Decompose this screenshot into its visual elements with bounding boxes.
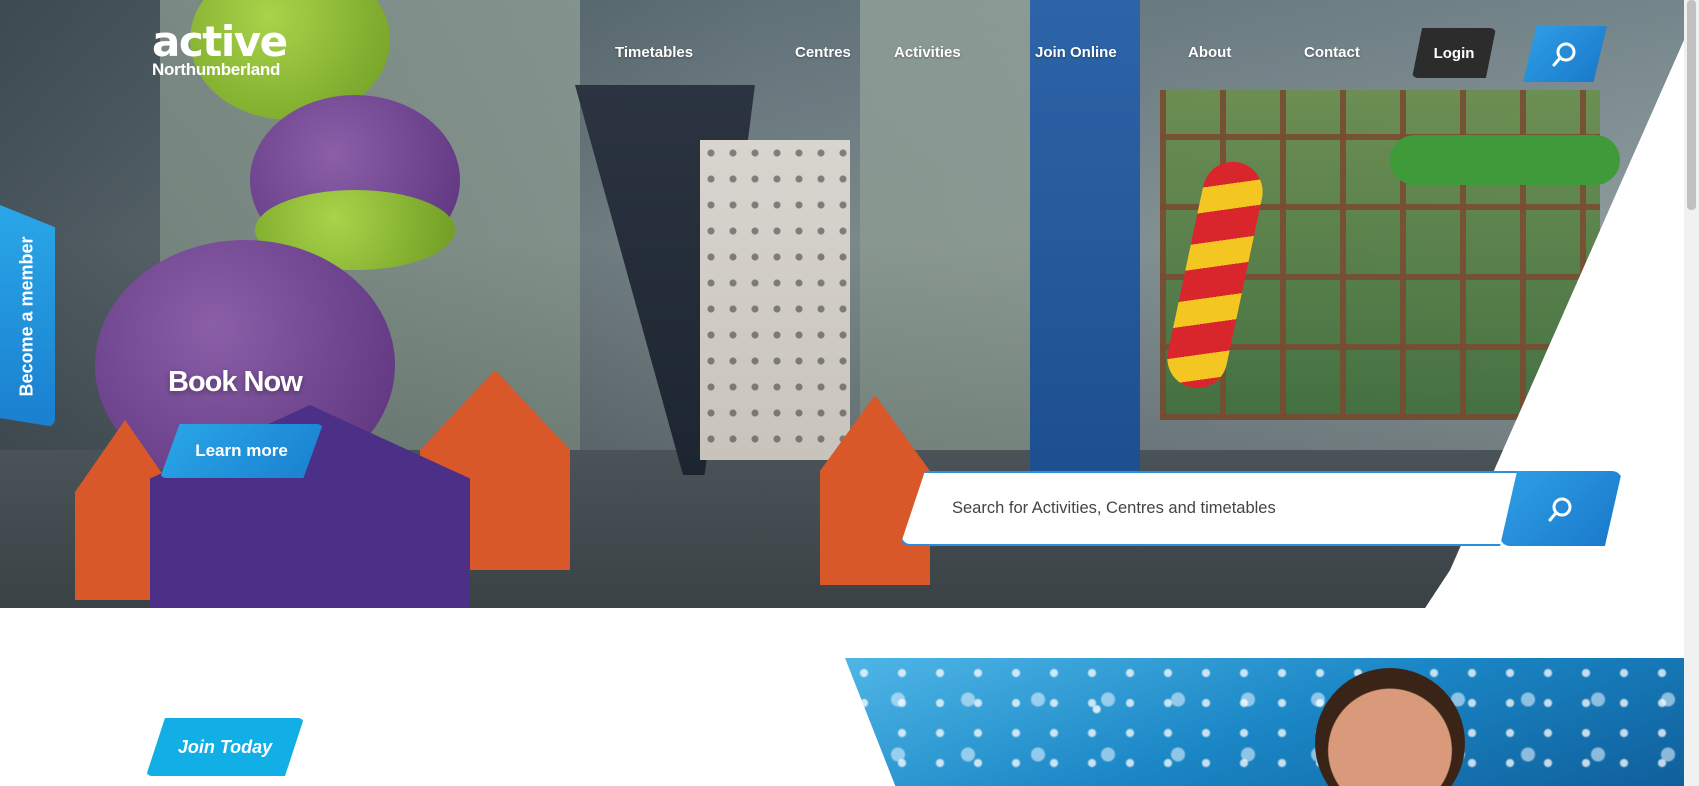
tube-slide <box>1390 135 1620 185</box>
logo-main-text: active <box>152 17 288 66</box>
search-placeholder: Search for Activities, Centres and timet… <box>952 499 1276 517</box>
page-scrollbar[interactable] <box>1684 0 1699 786</box>
hero-window <box>860 0 1030 450</box>
climbing-tower <box>1030 0 1140 480</box>
search-icon <box>1548 497 1572 521</box>
hero-title: Book Now <box>168 366 303 398</box>
nav-centres[interactable]: Centres <box>795 44 851 61</box>
nav-about[interactable]: About <box>1188 44 1231 61</box>
header-search-button[interactable] <box>1523 26 1607 82</box>
site-search-input[interactable]: Search for Activities, Centres and timet… <box>900 471 1525 546</box>
learn-more-button[interactable]: Learn more <box>160 424 323 478</box>
search-icon <box>1552 42 1576 67</box>
login-button[interactable]: Login <box>1412 28 1496 78</box>
join-today-button[interactable]: Join Today <box>146 718 304 776</box>
nav-activities[interactable]: Activities <box>894 44 961 61</box>
nav-contact[interactable]: Contact <box>1304 44 1360 61</box>
logo-sub-text: Northumberland <box>152 60 281 79</box>
nav-join-online[interactable]: Join Online <box>1035 44 1117 61</box>
site-logo[interactable]: active Northumberland <box>152 17 288 80</box>
climbing-wall <box>700 140 850 460</box>
scrollbar-thumb[interactable] <box>1687 0 1696 210</box>
nav-timetables[interactable]: Timetables <box>615 44 693 61</box>
become-member-tab[interactable]: Become a member <box>0 205 55 427</box>
site-search-button[interactable] <box>1500 471 1622 546</box>
become-member-label: Become a member <box>17 235 38 397</box>
swimming-image <box>845 658 1684 786</box>
